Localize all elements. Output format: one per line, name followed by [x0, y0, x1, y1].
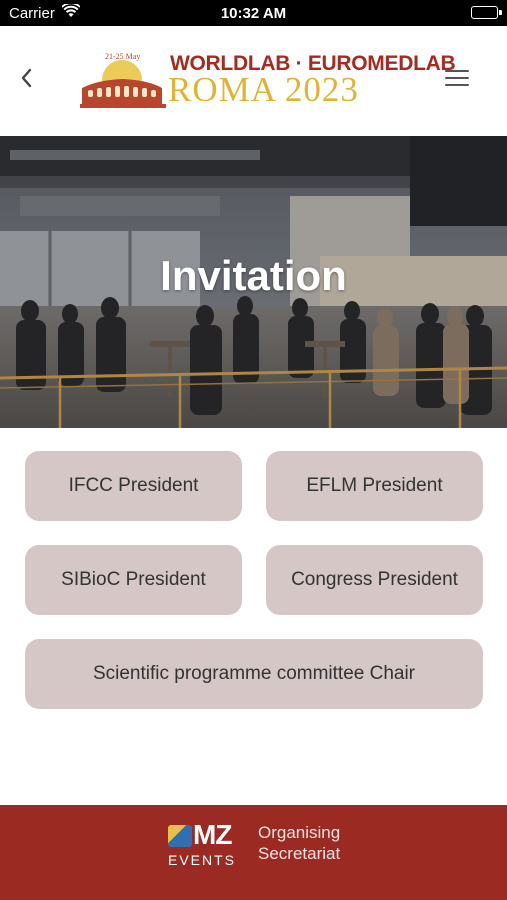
eflm-president-button[interactable]: EFLM President [266, 451, 483, 521]
app-header: 21-25 May WORLDLAB · EUROMEDLAB ROMA 202… [0, 26, 507, 136]
org-line-1: Organising [258, 823, 341, 842]
hamburger-menu-icon[interactable] [445, 70, 469, 88]
org-line-2: Secretariat [258, 844, 341, 863]
ifcc-president-button[interactable]: IFCC President [25, 451, 242, 521]
logo-dates: 21-25 May [105, 52, 141, 61]
footer-banner: MZ EVENTS Organising Secretariat [0, 805, 507, 900]
hero-banner: Invitation [0, 136, 507, 428]
logo-subtitle: ROMA 2023 [168, 70, 359, 109]
congress-president-button[interactable]: Congress President [266, 545, 483, 615]
battery-icon [471, 6, 498, 19]
congress-logo: 21-25 May WORLDLAB · EUROMEDLAB ROMA 202… [78, 46, 456, 114]
mz-events-logo: MZ EVENTS [168, 819, 244, 869]
page-title: Invitation [160, 252, 347, 299]
chevron-left-icon [21, 68, 32, 88]
status-bar: Carrier 10:32 AM [0, 0, 507, 26]
mz-brand: MZ [193, 819, 232, 850]
back-button[interactable] [14, 64, 40, 92]
mz-brand-sub: EVENTS [168, 852, 237, 868]
clock: 10:32 AM [220, 5, 287, 22]
globe-icon [168, 825, 192, 847]
scientific-committee-chair-button[interactable]: Scientific programme committee Chair [25, 639, 483, 709]
organising-secretariat-label: Organising Secretariat [258, 822, 340, 864]
sibioc-president-button[interactable]: SIBioC President [25, 545, 242, 615]
